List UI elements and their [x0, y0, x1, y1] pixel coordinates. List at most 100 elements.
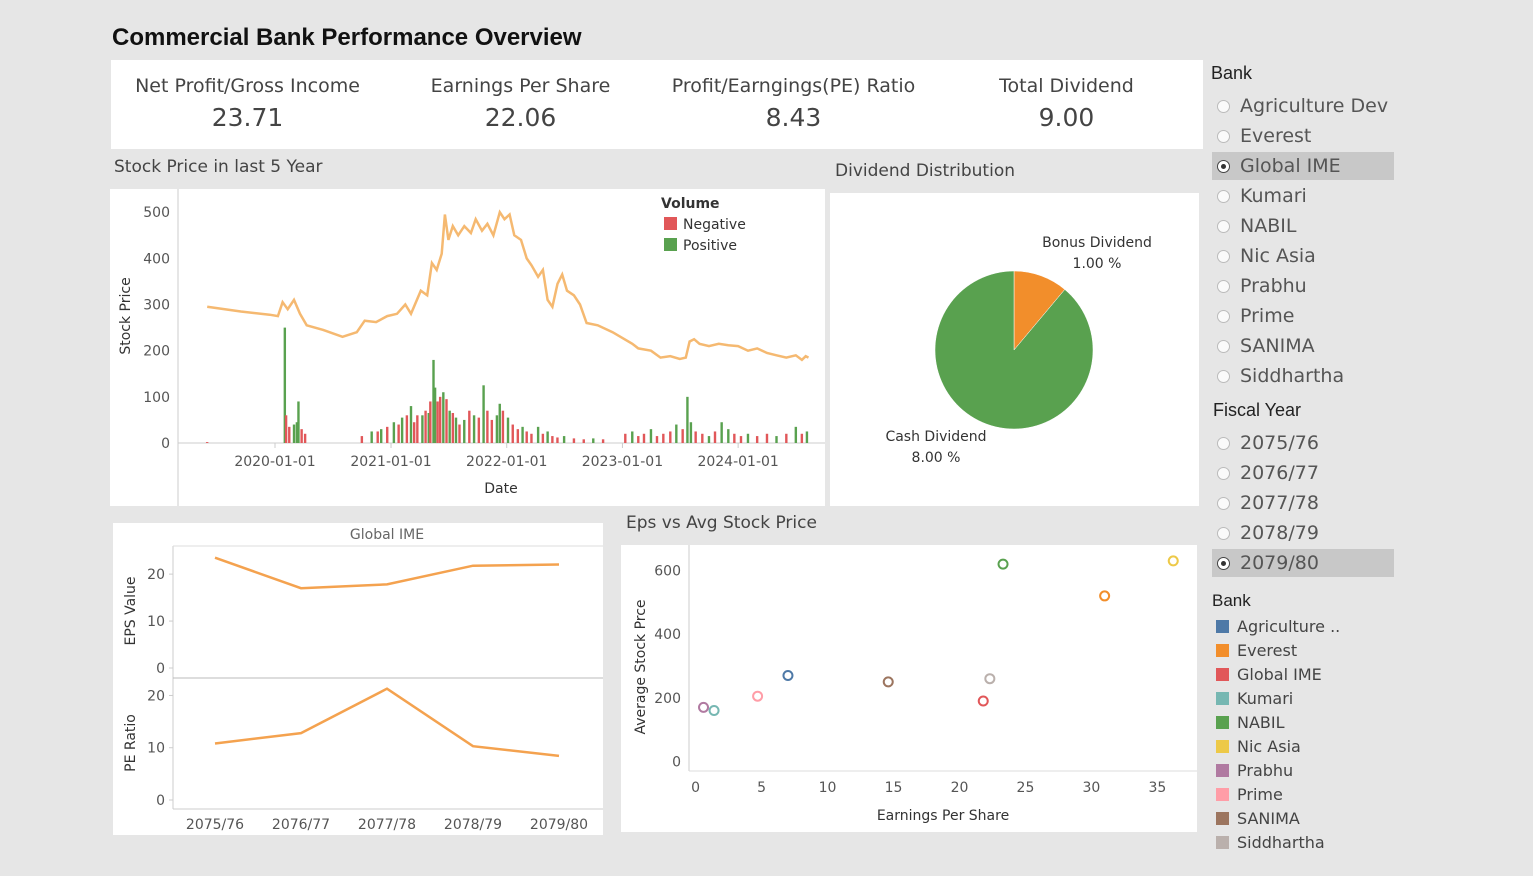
radio-button[interactable]	[1217, 249, 1230, 263]
radio-button[interactable]	[1217, 189, 1230, 203]
bank-legend-item[interactable]: Prabhu	[1216, 759, 1293, 781]
volume-bar	[689, 422, 693, 443]
volume-bar	[498, 403, 501, 443]
dashboard-title: Commercial Bank Performance Overview	[112, 24, 582, 51]
x-tick-label: 5	[757, 780, 766, 796]
bank-legend-item[interactable]: Agriculture ..	[1216, 615, 1340, 637]
radio-button[interactable]	[1217, 369, 1230, 383]
radio-button[interactable]	[1217, 279, 1230, 293]
bank-legend-item[interactable]: Global IME	[1216, 663, 1322, 685]
legend-label: NABIL	[1237, 712, 1285, 732]
volume-bar	[495, 415, 499, 443]
year-filter-option-label: 2077/78	[1240, 492, 1319, 514]
radio-button[interactable]	[1217, 219, 1230, 233]
volume-bar	[541, 433, 545, 443]
year-filter-option[interactable]: 2075/76	[1212, 429, 1394, 457]
legend-label: Global IME	[1237, 664, 1322, 684]
bank-filter-option[interactable]: Global IME	[1212, 152, 1394, 180]
stock-y-axis-label: Stock Price	[118, 277, 134, 354]
kpi-label: Total Dividend	[999, 75, 1134, 97]
bank-filter-option[interactable]: Agriculture Dev	[1212, 92, 1394, 120]
bank-legend-item[interactable]: Prime	[1216, 783, 1283, 805]
volume-bar	[409, 406, 413, 443]
bank-filter-option[interactable]: Everest	[1212, 122, 1394, 150]
bank-filter-option[interactable]: Prime	[1212, 302, 1394, 330]
scatter-x-axis-label: Earnings Per Share	[877, 808, 1009, 824]
volume-bar	[468, 410, 471, 443]
year-filter-option[interactable]: 2079/80	[1212, 549, 1394, 577]
bank-filter-option[interactable]: Kumari	[1212, 182, 1394, 210]
radio-button[interactable]	[1217, 159, 1230, 173]
year-filter-option[interactable]: 2077/78	[1212, 489, 1394, 517]
bank-legend-title: Bank	[1212, 591, 1251, 610]
volume-bar	[490, 419, 494, 443]
kpi-panel: Net Profit/Gross Income 23.71 Earnings P…	[111, 60, 1203, 149]
x-tick-label: 2078/79	[444, 817, 502, 833]
legend-swatch	[1216, 619, 1229, 633]
volume-bar	[675, 424, 678, 443]
year-filter-option-label: 2075/76	[1240, 432, 1319, 454]
volume-bar	[785, 433, 788, 443]
legend-negative-swatch	[664, 217, 677, 230]
y-tick-label: 20	[147, 567, 165, 583]
kpi-value: 23.71	[211, 103, 284, 132]
bank-legend-item[interactable]: Kumari	[1216, 687, 1293, 709]
cash-dividend-label: Cash Dividend	[885, 429, 986, 445]
bank-legend-item[interactable]: Siddhartha	[1216, 831, 1325, 853]
volume-bar	[400, 417, 404, 443]
year-filter-option[interactable]: 2076/77	[1212, 459, 1394, 487]
x-tick-label: 2075/76	[186, 817, 244, 833]
volume-bar	[720, 422, 723, 443]
volume-bar	[592, 438, 595, 443]
radio-button[interactable]	[1217, 556, 1230, 570]
radio-button[interactable]	[1217, 339, 1230, 353]
pe-y-axis-label: PE Ratio	[123, 714, 139, 772]
x-tick-label: 2020-01-01	[234, 454, 315, 470]
volume-bar	[686, 396, 689, 443]
volume-bar	[631, 431, 634, 443]
bank-filter-option[interactable]: SANIMA	[1212, 332, 1394, 360]
year-filter-option-label: 2079/80	[1240, 552, 1319, 574]
bank-filter-option[interactable]: Siddhartha	[1212, 362, 1394, 390]
volume-bar	[681, 429, 684, 443]
radio-button[interactable]	[1217, 309, 1230, 323]
kpi-net-profit: Net Profit/Gross Income 23.71	[111, 60, 384, 132]
year-filter-option[interactable]: 2078/79	[1212, 519, 1394, 547]
volume-bar	[463, 419, 466, 443]
y-tick-label: 300	[143, 298, 170, 314]
x-tick-label: 2022-01-01	[466, 454, 547, 470]
bonus-dividend-value: 1.00 %	[1073, 256, 1122, 272]
legend-swatch	[1216, 715, 1229, 729]
dividend-chart-panel: Bonus Dividend 1.00 % Cash Dividend 8.00…	[830, 193, 1199, 506]
scatter-y-axis-label: Average Stock Prce	[633, 599, 649, 734]
volume-bar	[451, 413, 455, 443]
radio-button[interactable]	[1217, 496, 1230, 510]
x-tick-label: 20	[951, 780, 969, 796]
radio-button[interactable]	[1217, 99, 1230, 113]
bank-filter-option-label: Everest	[1240, 125, 1312, 147]
bank-legend-item[interactable]: NABIL	[1216, 711, 1285, 733]
legend-label: Nic Asia	[1237, 736, 1301, 756]
bank-filter-option[interactable]: Nic Asia	[1212, 242, 1394, 270]
volume-bar	[442, 392, 445, 443]
volume-bar	[448, 410, 451, 443]
volume-bar	[292, 424, 296, 443]
bank-filter-option[interactable]: Prabhu	[1212, 272, 1394, 300]
radio-button[interactable]	[1217, 466, 1230, 480]
radio-button[interactable]	[1217, 526, 1230, 540]
stock-chart-title: Stock Price in last 5 Year	[114, 157, 323, 177]
volume-bar	[416, 415, 419, 443]
x-tick-label: 15	[885, 780, 903, 796]
volume-bar	[482, 385, 485, 443]
radio-button[interactable]	[1217, 129, 1230, 143]
eps-pe-chart: Global IME EPS Value PE Ratio 2075/76 207…	[123, 527, 603, 833]
bank-legend-item[interactable]: Everest	[1216, 639, 1297, 661]
radio-button[interactable]	[1217, 436, 1230, 450]
bank-legend-item[interactable]: Nic Asia	[1216, 735, 1301, 757]
kpi-eps: Earnings Per Share 22.06	[384, 60, 657, 132]
volume-bar	[800, 433, 804, 443]
legend-label: Prabhu	[1237, 760, 1294, 780]
bank-legend-item[interactable]: SANIMA	[1216, 807, 1300, 829]
bank-filter-option[interactable]: NABIL	[1212, 212, 1394, 240]
volume-bar	[436, 401, 439, 443]
